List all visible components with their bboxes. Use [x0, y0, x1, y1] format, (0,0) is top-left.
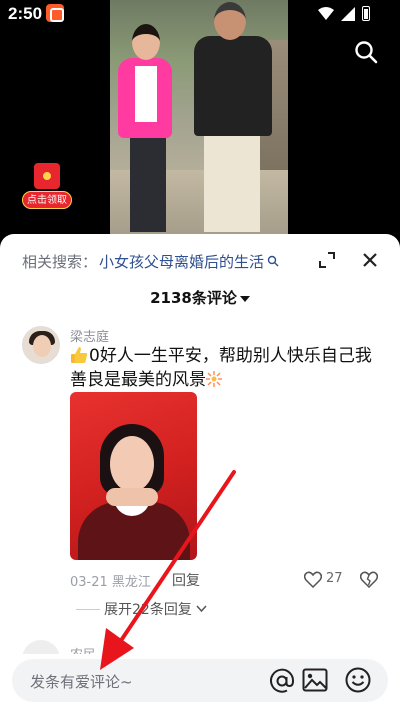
comment-input-placeholder: 发条有爱评论~: [30, 673, 133, 691]
video-player[interactable]: 2:50 点击领取: [0, 0, 400, 250]
search-icon: [267, 255, 279, 267]
expand-icon[interactable]: [318, 251, 336, 269]
image-icon[interactable]: [302, 668, 328, 692]
at-icon[interactable]: [269, 668, 295, 694]
reply-button[interactable]: 回复: [172, 570, 200, 590]
like-count: 27: [326, 571, 343, 586]
redpacket-icon: [34, 163, 60, 189]
avatar[interactable]: [22, 326, 60, 364]
man-figure-jacket: [194, 36, 272, 136]
comment-text[interactable]: 0好人一生平安，帮助别人快乐自己我善良是最美的风景: [70, 344, 386, 392]
girl-figure-shirt: [135, 66, 157, 122]
comment-image[interactable]: [70, 392, 197, 560]
chevron-down-icon: [196, 605, 207, 613]
caret-down-icon: [239, 295, 250, 302]
comment-input[interactable]: 发条有爱评论~: [12, 659, 388, 702]
comment-username[interactable]: 梁志庭: [70, 326, 109, 345]
wifi-icon: [318, 6, 334, 20]
status-bar: 2:50: [0, 0, 400, 30]
comment-sheet: 相关搜索： 小女孩父母离婚后的生活 2138条评论 梁志庭 0好人一生平安，帮助…: [0, 234, 400, 710]
status-time: 2:50: [8, 4, 43, 23]
battery-icon: [362, 6, 370, 21]
divider: [76, 608, 100, 610]
redpacket-label: 点击领取: [22, 191, 72, 209]
search-icon[interactable]: [354, 40, 378, 64]
comment-date-location: 03-21 黑龙江: [70, 575, 151, 590]
like-icon[interactable]: [304, 571, 322, 588]
sparkle-emoji-icon: [206, 371, 222, 387]
comment-meta: 03-21 黑龙江 回复 27: [70, 569, 390, 591]
signal-icon: [341, 6, 355, 21]
image-figure-hands: [106, 488, 158, 506]
redpacket-button[interactable]: 点击领取: [22, 163, 72, 211]
avatar-face: [33, 335, 51, 357]
close-icon[interactable]: [361, 251, 379, 269]
expand-replies-button[interactable]: 展开22条回复: [76, 600, 207, 618]
video-frame: [110, 0, 288, 240]
related-search[interactable]: 相关搜索： 小女孩父母离婚后的生活: [22, 250, 279, 272]
app-notification-icon: [46, 4, 64, 22]
comment-count-sort[interactable]: 2138条评论: [0, 287, 400, 308]
status-icons: [318, 6, 370, 21]
dislike-icon[interactable]: [360, 571, 378, 588]
thumbs-up-emoji-icon: [71, 347, 88, 363]
image-figure-face: [110, 436, 154, 492]
related-search-label: 相关搜索：: [22, 252, 98, 271]
related-search-query[interactable]: 小女孩父母离婚后的生活: [99, 251, 264, 272]
emoji-icon[interactable]: [345, 667, 371, 693]
comment-input-bar: 发条有爱评论~: [0, 654, 400, 710]
expand-replies-label: 展开22条回复: [104, 602, 192, 618]
comment-count-label: 2138条评论: [150, 289, 237, 307]
man-figure-legs: [204, 132, 260, 232]
girl-figure-legs: [130, 136, 166, 232]
